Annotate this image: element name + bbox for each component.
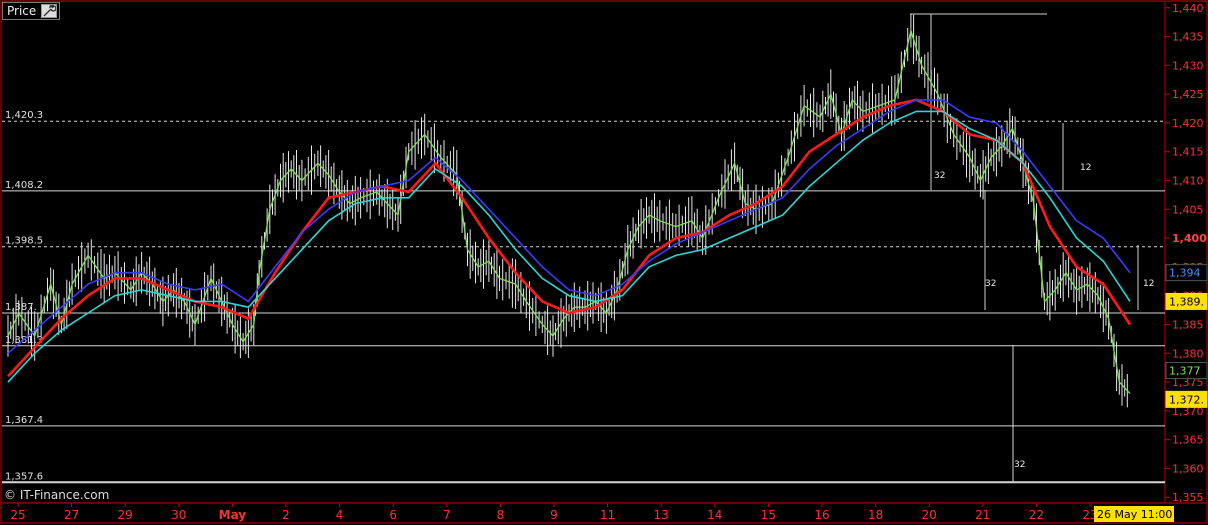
y-tick-label: 1,430 <box>1172 59 1204 72</box>
x-tick-label: 13 <box>654 508 669 522</box>
x-tick-label: 7 <box>443 508 451 522</box>
x-tick-label: 6 <box>389 508 397 522</box>
price-badge-label: 1,389. <box>1169 295 1204 308</box>
level-label: 1,387. <box>5 302 37 313</box>
x-tick-label: 11 <box>600 508 615 522</box>
y-tick-label: 1,380 <box>1172 347 1204 360</box>
x-tick-label: May <box>219 508 247 522</box>
x-tick-label: 4 <box>336 508 344 522</box>
y-tick-label: 1,355 <box>1172 491 1204 504</box>
y-tick-label: 1,365 <box>1172 434 1204 447</box>
wrench-icon[interactable] <box>41 4 57 18</box>
x-tick-label: 2 <box>282 508 290 522</box>
cycle-annotation: 32 <box>985 279 996 289</box>
x-tick-label: 18 <box>868 508 883 522</box>
x-tick-label: 9 <box>550 508 558 522</box>
x-last-label: 26 May 11:00 <box>1097 508 1172 521</box>
y-tick-label: 1,385 <box>1172 318 1204 331</box>
y-tick-label: 1,415 <box>1172 146 1204 159</box>
cycle-annotation: 12 <box>1080 163 1091 173</box>
x-tick-label: 16 <box>814 508 829 522</box>
x-tick-label: 20 <box>922 508 937 522</box>
level-label: 1,408.2 <box>5 180 43 191</box>
cycle-annotation: 12 <box>1143 279 1154 289</box>
cycle-annotation: 32 <box>1014 460 1025 470</box>
x-tick-label: 8 <box>497 508 505 522</box>
y-tick-label: 1,425 <box>1172 88 1204 101</box>
cycle-annotation: 32 <box>934 171 945 181</box>
x-tick-label: 15 <box>761 508 776 522</box>
x-tick-label: 25 <box>10 508 25 522</box>
x-tick-label: 29 <box>118 508 133 522</box>
y-tick-label: 1,410 <box>1172 175 1204 188</box>
credit-text: © IT-Finance.com <box>4 488 110 502</box>
x-tick-label: 27 <box>64 508 79 522</box>
chart-frame <box>0 0 1208 524</box>
level-label: 1,420.3 <box>5 110 43 121</box>
x-tick-label: 30 <box>171 508 186 522</box>
level-label: 1,367.4 <box>5 415 43 426</box>
level-label: 1,398.5 <box>5 236 43 247</box>
y-tick-label: 1,400 <box>1172 232 1207 245</box>
level-label: 1,357.6 <box>5 471 43 482</box>
price-chart[interactable]: 1,420.31,408.21,398.51,387.1,381.31,367.… <box>0 0 1208 525</box>
price-badge-label: 1,377 <box>1169 365 1201 378</box>
y-tick-label: 1,405 <box>1172 203 1204 216</box>
price-tab-label: Price <box>7 4 37 18</box>
y-tick-label: 1,440 <box>1172 2 1204 15</box>
y-tick-label: 1,420 <box>1172 117 1204 130</box>
price-tab[interactable]: Price <box>2 2 60 20</box>
y-tick-label: 1,435 <box>1172 31 1204 44</box>
x-tick-label: 14 <box>707 508 722 522</box>
x-tick-label: 21 <box>975 508 990 522</box>
price-badge-label: 1,394 <box>1169 267 1201 280</box>
price-badge-label: 1,372. <box>1169 393 1204 406</box>
x-tick-label: 22 <box>1029 508 1044 522</box>
y-tick-label: 1,360 <box>1172 462 1204 475</box>
